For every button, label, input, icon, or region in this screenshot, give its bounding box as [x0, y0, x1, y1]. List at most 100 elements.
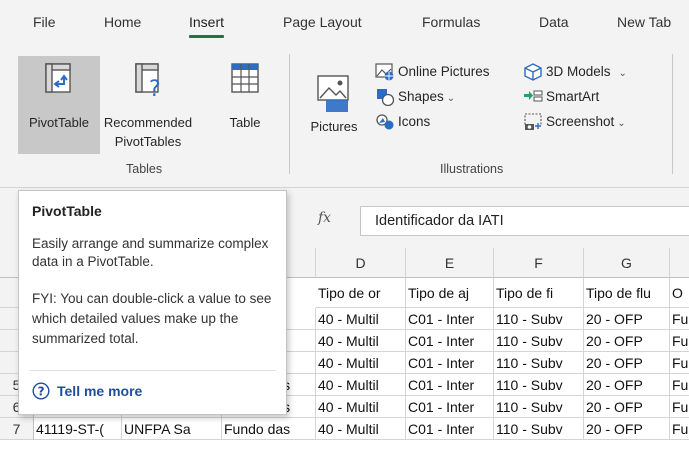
column-header-f[interactable]: F: [494, 248, 584, 278]
table-cell[interactable]: C01 - Inter: [406, 308, 494, 330]
tab-page-layout[interactable]: Page Layout: [283, 14, 362, 30]
pictures-button[interactable]: Pictures: [298, 56, 370, 154]
tab-formulas[interactable]: Formulas: [422, 14, 480, 30]
table-cell[interactable]: 110 - Subv: [494, 330, 584, 352]
pivottable-label: PivotTable: [29, 115, 89, 130]
table-cell[interactable]: 110 - Subv: [494, 418, 584, 440]
table-cell[interactable]: Fu: [670, 396, 689, 418]
table-cell[interactable]: Tipo de fi: [494, 278, 584, 308]
tab-new-tab[interactable]: New Tab: [617, 14, 671, 30]
icons-button[interactable]: Icons: [375, 111, 430, 133]
tooltip-divider: [29, 370, 276, 371]
chevron-down-icon: ⌄: [617, 118, 626, 129]
table-cell[interactable]: 40 - Multil: [316, 374, 406, 396]
shapes-icon: [377, 89, 395, 107]
table-cell[interactable]: 20 - OFP: [584, 352, 670, 374]
ribbon-tabs: File Home Insert Page Layout Formulas Da…: [0, 0, 689, 46]
tables-group-label: Tables: [126, 162, 163, 176]
online-pictures-button[interactable]: Online Pictures: [375, 61, 490, 83]
pictures-icon: [317, 75, 349, 112]
insert-function-icon[interactable]: fx: [318, 210, 331, 226]
cube-icon: [524, 63, 542, 82]
online-pictures-icon: [375, 63, 394, 81]
table-cell[interactable]: 40 - Multil: [316, 352, 406, 374]
smartart-icon: [524, 90, 543, 102]
tab-file[interactable]: File: [33, 14, 56, 30]
table-cell[interactable]: Fundo das: [222, 418, 316, 440]
table-cell[interactable]: Fu: [670, 308, 689, 330]
3d-models-label: 3D Models: [546, 64, 611, 79]
group-separator: [289, 54, 290, 174]
pictures-label: Pictures: [310, 119, 358, 134]
table-cell[interactable]: Tipo de or: [316, 278, 406, 308]
recommended-pivottables-icon: ?: [135, 63, 161, 100]
group-separator: [672, 54, 673, 174]
table-cell[interactable]: Tipo de aj: [406, 278, 494, 308]
screenshot-icon: [524, 113, 542, 131]
table-cell[interactable]: 20 - OFP: [584, 396, 670, 418]
table-cell[interactable]: Fu: [670, 330, 689, 352]
table-cell[interactable]: 20 - OFP: [584, 374, 670, 396]
recommended-pivottables-button[interactable]: ? Recommended PivotTables: [100, 56, 196, 154]
table-cell[interactable]: C01 - Inter: [406, 330, 494, 352]
table-cell[interactable]: Fu: [670, 374, 689, 396]
table-cell[interactable]: Fu: [670, 418, 689, 440]
table-button[interactable]: Table: [222, 56, 268, 154]
column-header-d[interactable]: D: [316, 248, 406, 278]
table-cell[interactable]: 110 - Subv: [494, 308, 584, 330]
table-cell[interactable]: 110 - Subv: [494, 352, 584, 374]
table-cell[interactable]: Fu: [670, 352, 689, 374]
table-cell[interactable]: 20 - OFP: [584, 330, 670, 352]
table-cell[interactable]: 20 - OFP: [584, 418, 670, 440]
table-cell[interactable]: 110 - Subv: [494, 396, 584, 418]
icons-icon: [376, 114, 394, 130]
tell-me-more-link[interactable]: ? Tell me more: [32, 382, 142, 400]
table-cell[interactable]: 40 - Multil: [316, 418, 406, 440]
recommended-label-line1: Recommended: [103, 115, 193, 130]
tab-data[interactable]: Data: [539, 14, 569, 30]
tab-home[interactable]: Home: [104, 14, 141, 30]
icons-label: Icons: [398, 114, 431, 129]
table-cell[interactable]: O: [670, 278, 689, 308]
recommended-label-line2: PivotTables: [114, 134, 182, 149]
table-cell[interactable]: C01 - Inter: [406, 352, 494, 374]
tooltip-fyi: FYI: You can double-click a value to see…: [32, 291, 272, 346]
tooltip-title: PivotTable: [32, 203, 102, 219]
shapes-label: Shapes: [398, 89, 444, 104]
table-label: Table: [229, 115, 261, 130]
online-pictures-label: Online Pictures: [398, 64, 490, 79]
screenshot-button[interactable]: Screenshot ⌄: [523, 111, 626, 133]
column-header-g[interactable]: G: [584, 248, 670, 278]
column-header-next[interactable]: [670, 248, 689, 278]
svg-text:?: ?: [38, 385, 45, 399]
table-cell[interactable]: Tipo de flu: [584, 278, 670, 308]
help-icon: ?: [32, 382, 50, 400]
table-cell[interactable]: 40 - Multil: [316, 396, 406, 418]
table-cell[interactable]: 41119-ST-(: [34, 418, 122, 440]
smartart-label: SmartArt: [546, 89, 600, 104]
table-cell[interactable]: UNFPA Sa: [122, 418, 222, 440]
table-cell[interactable]: C01 - Inter: [406, 418, 494, 440]
chevron-down-icon: ⌄: [618, 68, 627, 79]
tell-me-more-label: Tell me more: [57, 383, 143, 399]
column-header-e[interactable]: E: [406, 248, 494, 278]
table-cell[interactable]: 40 - Multil: [316, 308, 406, 330]
tooltip-description: Easily arrange and summarize complex dat…: [32, 236, 269, 269]
formula-input[interactable]: Identificador da IATI: [360, 206, 689, 236]
chevron-down-icon: ⌄: [446, 93, 456, 104]
row-header[interactable]: 7: [0, 418, 34, 440]
table-cell[interactable]: 40 - Multil: [316, 330, 406, 352]
smartart-button[interactable]: SmartArt: [523, 86, 599, 108]
table-cell[interactable]: C01 - Inter: [406, 396, 494, 418]
pivottable-tooltip: PivotTable Easily arrange and summarize …: [18, 190, 287, 415]
tab-insert[interactable]: Insert: [189, 14, 225, 38]
illustrations-group-label: Illustrations: [440, 162, 504, 176]
table-cell[interactable]: C01 - Inter: [406, 374, 494, 396]
table-cell[interactable]: 110 - Subv: [494, 374, 584, 396]
shapes-button[interactable]: Shapes ⌄: [375, 86, 455, 108]
3d-models-button[interactable]: 3D Models ⌄: [523, 61, 627, 83]
screenshot-label: Screenshot: [546, 114, 615, 129]
pivottable-button[interactable]: PivotTable: [18, 56, 100, 154]
table-cell[interactable]: 20 - OFP: [584, 308, 670, 330]
pivottable-icon: [45, 63, 71, 93]
